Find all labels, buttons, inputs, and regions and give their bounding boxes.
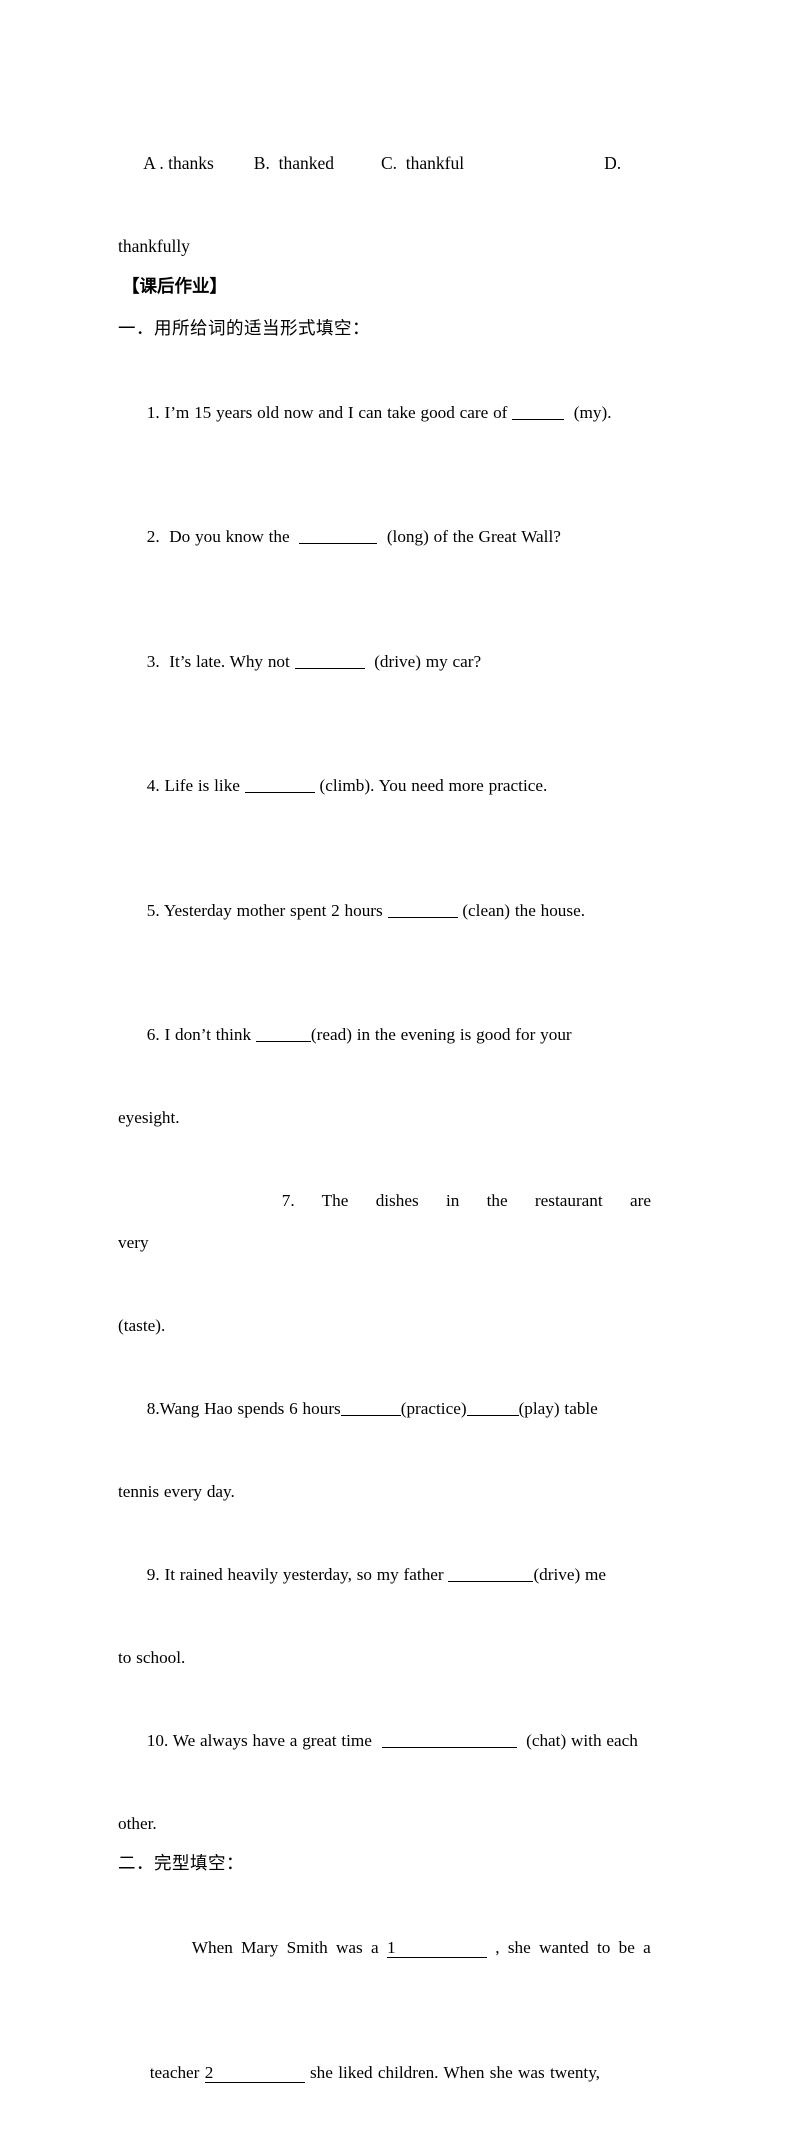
exercise-item-3: 3. It’s late. Why not (drive) my car? [118, 599, 682, 724]
item-text: We always have a great time [168, 1730, 382, 1750]
option-c: C. thankful [381, 152, 465, 173]
option-b: B. thanked [253, 152, 334, 173]
item-text: Life is like [159, 776, 245, 795]
fill-blank-8-1[interactable] [340, 1397, 401, 1416]
item-text: (long) of the Great Wall? [377, 527, 561, 546]
item-text: I’m 15 years old now and I can take good… [159, 402, 513, 422]
option-a: A . thanks [143, 152, 214, 173]
cloze-text-before-blank-2: teacher [149, 2062, 205, 2082]
item-text: (drive) my car? [364, 651, 482, 671]
item-text: (play) table [518, 1398, 598, 1418]
document-body: A . thanks B. thanked C. thankful D. thankf… [118, 101, 682, 2135]
exercise-item-7: 7. The dishes in the restaurant are very [118, 1139, 682, 1305]
item-text: Do you know the [159, 527, 300, 546]
item-number: 7. [281, 1191, 295, 1210]
fill-blank-6-1[interactable] [255, 1023, 311, 1043]
fill-blank-9-1[interactable] [448, 1563, 534, 1582]
exercise-item-1: 1. I’m 15 years old now and I can take g… [118, 350, 682, 475]
item-text: It’s late. Why not [159, 651, 295, 671]
item-text: I don’t think [159, 1025, 256, 1044]
cloze-passage-line-2: teacher 2 she liked children. When she w… [118, 2010, 682, 2135]
heading-section-one: 一．用所给词的适当形式填空： [118, 318, 370, 339]
option-d-continuation: thankfully [118, 235, 190, 256]
fill-blank-8-2[interactable] [466, 1397, 519, 1416]
item-number: 3. [146, 651, 160, 671]
fill-blank-3-1[interactable] [294, 650, 365, 669]
item-number: 5. [146, 900, 160, 920]
cloze-text-before-blank-1: When Mary Smith was a [191, 1938, 387, 1957]
cloze-text-after-blank-1: , she wanted to be a [486, 1938, 651, 1957]
exercise-item-9-continuation: to school. [118, 1647, 186, 1667]
item-number: 6. [146, 1025, 160, 1044]
item-number: 10. [146, 1730, 169, 1750]
exercise-item-8-continuation: tennis every day. [118, 1481, 235, 1501]
item-text: Yesterday mother spent 2 hours [159, 900, 388, 920]
exercise-item-7-continuation: (taste). [118, 1315, 166, 1335]
cloze-blank-1[interactable]: 1 [386, 1938, 487, 1959]
exercise-item-6: 6. I don’t think (read) in the evening i… [118, 973, 682, 1098]
exercise-item-2: 2. Do you know the (long) of the Great W… [118, 475, 682, 600]
item-number: 9. [146, 1564, 160, 1584]
heading-homework: 【课后作业】 [122, 277, 227, 297]
exercise-item-5: 5. Yesterday mother spent 2 hours (clean… [118, 848, 682, 973]
item-text: (clean) the house. [457, 900, 586, 920]
item-text: (drive) me [533, 1564, 606, 1584]
item-number: 2. [146, 527, 160, 546]
item-number: 8. [146, 1398, 160, 1418]
item-number: 4. [146, 776, 160, 795]
fill-blank-4-1[interactable] [244, 774, 315, 794]
fill-blank-1-1[interactable] [512, 401, 565, 420]
cloze-text-after-blank-2: she liked children. When she was twenty, [304, 2062, 600, 2082]
exercise-item-10: 10. We always have a great time (chat) w… [118, 1678, 682, 1803]
item-text: (climb). You need more practice. [314, 776, 548, 795]
exercise-item-6-continuation: eyesight. [118, 1108, 180, 1127]
fill-blank-2-1[interactable] [299, 525, 378, 545]
cloze-passage-line-1: When Mary Smith was a 1 , she wanted to … [118, 1886, 682, 2011]
exercise-item-9: 9. It rained heavily yesterday, so my fa… [118, 1512, 682, 1637]
item-text: The dishes in the restaurant are very [118, 1191, 679, 1252]
multiple-choice-options-row: A . thanks B. thanked C. thankful D. [118, 101, 682, 226]
document-page: A . thanks B. thanked C. thankful D. thankf… [0, 0, 794, 2083]
item-text: (chat) with each [516, 1730, 638, 1750]
item-text: (practice) [400, 1398, 467, 1418]
fill-blank-10-1[interactable] [381, 1729, 517, 1748]
exercise-item-4: 4. Life is like (climb). You need more p… [118, 724, 682, 849]
item-number: 1. [146, 402, 160, 422]
item-text: It rained heavily yesterday, so my fathe… [159, 1564, 449, 1584]
heading-section-two: 二．完型填空： [118, 1854, 244, 1874]
exercise-item-10-continuation: other. [118, 1813, 157, 1833]
exercise-item-8: 8.Wang Hao spends 6 hours (practice) (play… [118, 1346, 682, 1471]
item-text: Wang Hao spends 6 hours [159, 1398, 341, 1418]
item-text: (my). [564, 402, 612, 422]
item-text: (read) in the evening is good for your [310, 1025, 572, 1044]
option-d: D. [604, 152, 622, 173]
fill-blank-5-1[interactable] [387, 899, 458, 918]
cloze-blank-2[interactable]: 2 [204, 2063, 305, 2083]
